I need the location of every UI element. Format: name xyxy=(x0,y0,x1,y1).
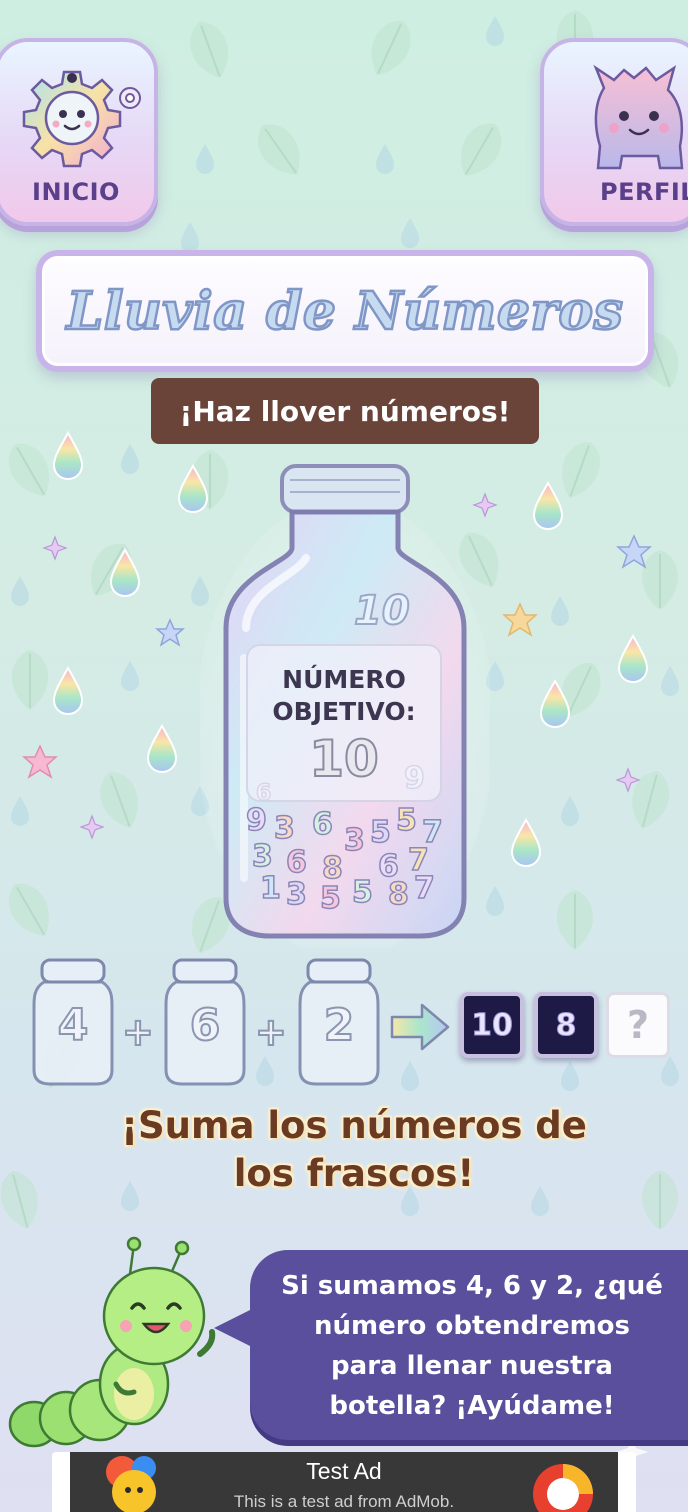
svg-text:3: 3 xyxy=(286,877,307,912)
speech-bubble-tail xyxy=(214,1308,254,1348)
profile-button-label: PERFIL xyxy=(600,178,688,206)
monster-avatar-icon xyxy=(593,64,684,170)
target-title-line2: OBJETIVO: xyxy=(272,697,416,726)
answer-option-3[interactable]: ? xyxy=(606,992,670,1058)
title-plate: Lluvia de Números xyxy=(36,250,654,372)
home-button-label: INICIO xyxy=(32,178,120,206)
jar-2-number: 6 xyxy=(189,999,222,1052)
plus-sign-2: + xyxy=(254,1009,288,1055)
gear-face-icon xyxy=(22,70,141,168)
speech-line-3: para llenar nuestra xyxy=(331,1351,613,1381)
instruction-line-2: los frascos! xyxy=(233,1152,475,1195)
game-title: Lluvia de Números xyxy=(65,279,624,343)
svg-text:5: 5 xyxy=(320,881,341,916)
arrow-right-icon xyxy=(390,1003,450,1051)
speech-bubble: Si sumamos 4, 6 y 2, ¿qué número obtendr… xyxy=(250,1250,688,1440)
svg-text:8: 8 xyxy=(388,877,409,912)
instruction-line-1: ¡Suma los números de xyxy=(121,1104,587,1147)
target-value: 10 xyxy=(308,729,380,789)
jar-1-number: 4 xyxy=(57,999,90,1052)
svg-text:7: 7 xyxy=(414,871,435,906)
ad-banner[interactable]: Test Ad This is a test ad from AdMob. xyxy=(52,1452,636,1512)
target-title-line1: NÚMERO xyxy=(282,665,406,694)
svg-text:3: 3 xyxy=(344,823,365,858)
jar-2: 6 xyxy=(162,958,248,1086)
speech-line-4: botella? ¡Ayúdame! xyxy=(329,1391,615,1421)
equation-row: 4 + 6 + 2 10 8 ? xyxy=(0,958,688,1088)
svg-text:3: 3 xyxy=(252,839,273,874)
caterpillar-icon xyxy=(8,1236,216,1448)
svg-text:1: 1 xyxy=(260,871,281,906)
ad-content[interactable]: Test Ad This is a test ad from AdMob. xyxy=(70,1452,618,1512)
speech-line-1: Si sumamos 4, 6 y 2, ¿qué xyxy=(281,1271,663,1301)
jar-3: 2 xyxy=(296,958,382,1086)
profile-button[interactable]: PERFIL xyxy=(540,38,688,226)
answer-option-2[interactable]: 8 xyxy=(534,992,598,1058)
svg-text:5: 5 xyxy=(352,875,373,910)
instruction-text: ¡Suma los números de los frascos! xyxy=(70,1102,638,1198)
answer-option-3-label: ? xyxy=(626,1003,650,1047)
answer-option-1-label: 10 xyxy=(471,1007,514,1043)
svg-text:5: 5 xyxy=(396,803,417,838)
svg-text:6: 6 xyxy=(286,845,307,880)
home-button[interactable]: INICIO xyxy=(0,38,158,226)
jar-3-number: 2 xyxy=(323,999,356,1052)
svg-text:3: 3 xyxy=(274,811,295,846)
target-number-label: NÚMERO OBJETIVO: 10 xyxy=(246,644,442,802)
speech-line-2: número obtendremos xyxy=(313,1311,631,1341)
svg-text:6: 6 xyxy=(312,807,333,842)
answer-option-2-label: 8 xyxy=(555,1007,577,1043)
plus-sign-1: + xyxy=(121,1009,155,1055)
bottle-top-number: 10 xyxy=(353,587,411,635)
svg-text:5: 5 xyxy=(370,815,391,850)
svg-text:9: 9 xyxy=(246,803,267,838)
jar-1: 4 xyxy=(30,958,116,1086)
answer-option-1[interactable]: 10 xyxy=(460,992,524,1058)
game-subtitle: ¡Haz llover números! xyxy=(151,378,539,444)
ad-logo-icon xyxy=(533,1464,593,1512)
